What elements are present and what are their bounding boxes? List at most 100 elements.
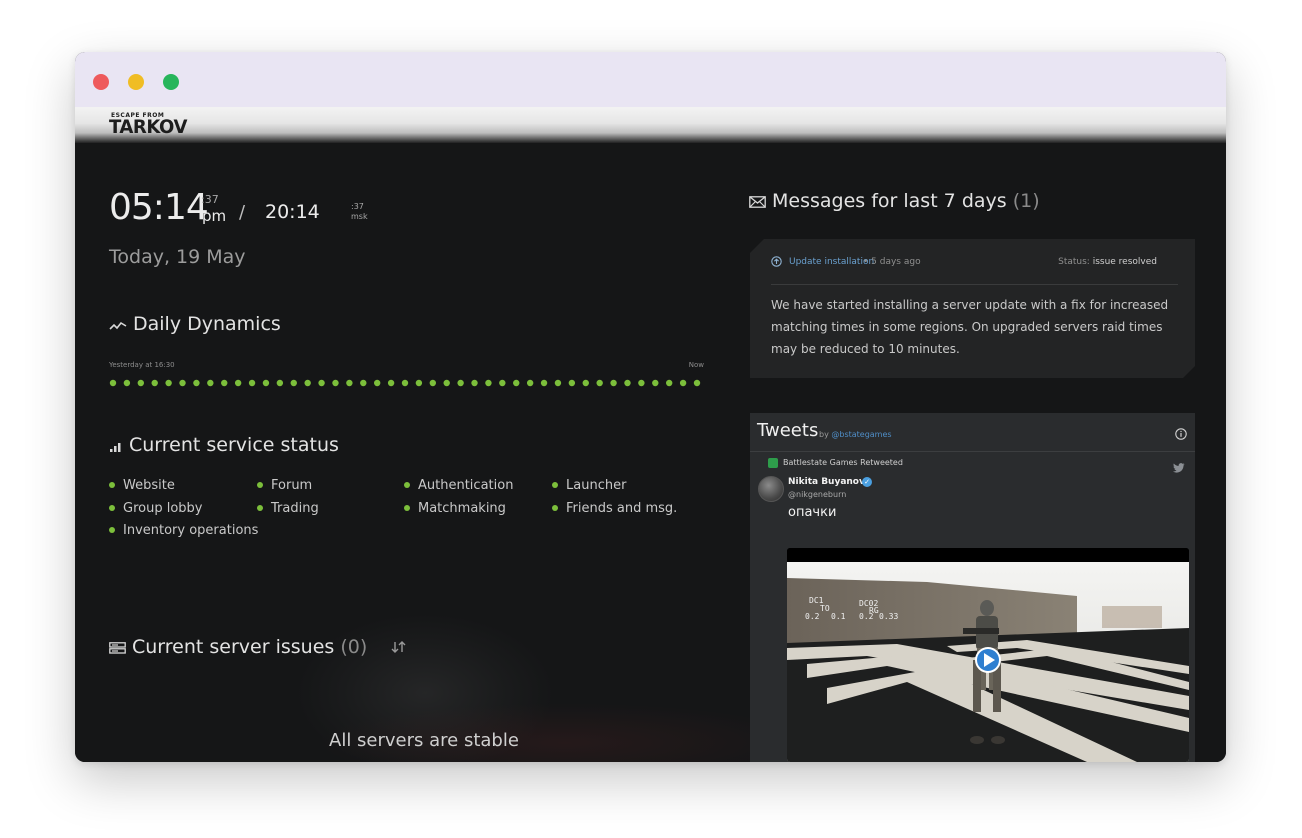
dynamics-point[interactable] — [165, 379, 172, 387]
dynamics-point[interactable] — [401, 379, 409, 387]
dynamics-point[interactable] — [346, 379, 353, 387]
tweet-text: опачки — [788, 505, 837, 520]
site-header: ESCAPE FROM TARKOV — [75, 107, 1226, 143]
dynamics-point[interactable] — [304, 379, 311, 387]
maximize-window-button[interactable] — [163, 74, 179, 90]
status-ok-indicator — [257, 504, 263, 511]
status-friends-msg: Friends and msg. — [552, 501, 677, 516]
close-window-button[interactable] — [93, 74, 109, 90]
info-icon[interactable] — [1175, 425, 1187, 440]
tweets-account-link[interactable]: @bstategames — [831, 430, 891, 439]
dynamics-point[interactable] — [582, 379, 589, 387]
ampm: pm — [202, 207, 227, 225]
message-title-link[interactable]: Update installation — [789, 257, 874, 267]
tweet-handle[interactable]: @nikgeneburn — [788, 490, 846, 499]
dynamics-start-label: Yesterday at 16:30 — [109, 361, 175, 369]
dynamics-point[interactable] — [526, 379, 534, 387]
tarkov-logo[interactable]: ESCAPE FROM TARKOV — [109, 112, 187, 138]
dynamics-point[interactable] — [652, 379, 659, 387]
dynamics-point[interactable] — [540, 379, 548, 387]
video-label: 0.2 — [805, 612, 820, 621]
window-titlebar — [75, 52, 1226, 107]
status-ok-indicator — [109, 504, 115, 511]
dynamics-point[interactable] — [679, 379, 687, 387]
status-ok-indicator — [404, 504, 410, 511]
dynamics-point[interactable] — [193, 379, 200, 387]
message-card: Update installation • 5 days ago Status:… — [750, 239, 1195, 378]
dynamics-point[interactable] — [665, 379, 673, 387]
retweet-icon — [768, 458, 778, 468]
dynamics-point[interactable] — [290, 379, 297, 387]
msk-time: 20:14 — [265, 201, 320, 223]
dynamics-point[interactable] — [151, 379, 158, 387]
dynamics-point[interactable] — [360, 379, 367, 387]
dynamics-point[interactable] — [123, 379, 131, 387]
minimize-window-button[interactable] — [128, 74, 144, 90]
dynamics-point[interactable] — [318, 379, 325, 387]
server-icon — [109, 637, 126, 659]
message-header: Update installation • 5 days ago Status:… — [771, 256, 1178, 285]
status-ok-indicator — [404, 481, 410, 488]
local-time: 05:14 — [109, 187, 209, 228]
dynamics-point[interactable] — [262, 379, 270, 387]
messages-count: (1) — [1012, 190, 1040, 212]
messages-heading: Messages for last 7 days (1) — [749, 190, 1040, 213]
dynamics-point[interactable] — [332, 379, 339, 387]
dynamics-point[interactable] — [179, 379, 186, 387]
author-avatar[interactable] — [758, 476, 784, 502]
status-ok-indicator — [109, 481, 115, 488]
tweet[interactable]: Battlestate Games Retweeted Nikita Buyan… — [750, 452, 1195, 762]
dynamics-point[interactable] — [234, 379, 242, 387]
message-status: Status: issue resolved — [1058, 257, 1157, 267]
status-authentication: Authentication — [404, 478, 513, 493]
status-ok-indicator — [552, 481, 558, 488]
message-age: • 5 days ago — [863, 257, 921, 267]
dynamics-point[interactable] — [276, 379, 284, 387]
status-matchmaking: Matchmaking — [404, 501, 506, 516]
status-ok-indicator — [109, 526, 115, 533]
tweet-video[interactable]: DC1 TO 0.2 0.1 DC02 RG 0.2 0.33 — [787, 548, 1189, 762]
dynamics-point[interactable] — [554, 379, 562, 387]
dynamics-point[interactable] — [485, 379, 492, 387]
tweet-author[interactable]: Nikita Buyanov — [788, 477, 865, 487]
status-inventory-operations: Inventory operations — [109, 523, 258, 538]
service-status-heading: Current service status — [109, 434, 339, 457]
dynamics-point[interactable] — [443, 379, 450, 387]
video-label: 0.2 — [859, 612, 874, 621]
dynamics-point[interactable] — [638, 379, 645, 387]
dynamics-timeline[interactable] — [109, 379, 701, 387]
signal-bars-icon — [109, 435, 123, 457]
dynamics-point[interactable] — [248, 379, 256, 387]
dynamics-point[interactable] — [693, 379, 701, 387]
dynamics-point[interactable] — [596, 379, 603, 387]
dynamics-point[interactable] — [471, 379, 478, 387]
dynamics-point[interactable] — [207, 379, 214, 387]
servers-stable-text: All servers are stable — [329, 730, 519, 751]
dynamics-point[interactable] — [457, 379, 464, 387]
dynamics-point[interactable] — [137, 379, 145, 387]
dynamics-point[interactable] — [373, 379, 381, 387]
dynamics-point[interactable] — [513, 379, 520, 387]
sort-icon[interactable] — [391, 641, 407, 656]
server-issues-count: (0) — [340, 636, 368, 658]
status-group-lobby: Group lobby — [109, 501, 202, 516]
dynamics-point[interactable] — [624, 379, 631, 387]
dynamics-end-label: Now — [688, 361, 704, 369]
dynamics-point[interactable] — [387, 379, 395, 387]
dynamics-point[interactable] — [415, 379, 423, 387]
dynamics-point[interactable] — [499, 379, 506, 387]
msk-label: msk — [351, 212, 368, 221]
dynamics-point[interactable] — [610, 379, 617, 387]
dynamics-point[interactable] — [221, 379, 228, 387]
dynamics-point[interactable] — [109, 379, 117, 387]
tweets-title: Tweets — [757, 420, 819, 441]
video-label: 0.1 — [831, 612, 846, 621]
tweets-widget: Tweets by @bstategames Battlestate Games… — [750, 413, 1195, 762]
time-separator: / — [239, 202, 246, 223]
message-body: We have started installing a server upda… — [771, 298, 1169, 356]
dynamics-point[interactable] — [568, 379, 576, 387]
video-label: TO — [820, 604, 830, 613]
twitter-bird-icon[interactable] — [1173, 458, 1185, 477]
play-button-icon — [975, 647, 1001, 673]
dynamics-point[interactable] — [429, 379, 437, 387]
